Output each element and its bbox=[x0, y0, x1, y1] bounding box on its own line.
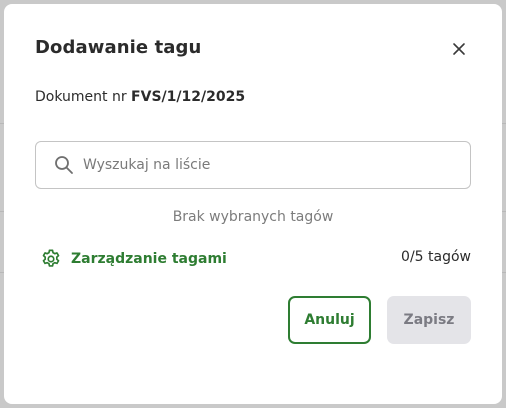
search-field[interactable] bbox=[35, 141, 471, 189]
add-tag-dialog: Dodawanie tagu Dokument nr FVS/1/12/2025… bbox=[4, 4, 502, 404]
document-label: Dokument nr bbox=[35, 89, 132, 105]
dialog-title: Dodawanie tagu bbox=[35, 37, 202, 58]
search-input[interactable] bbox=[83, 142, 463, 188]
close-icon bbox=[453, 43, 465, 55]
empty-tags-message: Brak wybranych tagów bbox=[172, 209, 334, 225]
cancel-button[interactable]: Anuluj bbox=[288, 296, 371, 344]
search-icon bbox=[55, 156, 73, 174]
tag-count: 0/5 tagów bbox=[401, 249, 471, 265]
gear-icon bbox=[42, 249, 60, 267]
document-number: FVS/1/12/2025 bbox=[131, 89, 246, 105]
close-button[interactable] bbox=[448, 38, 470, 60]
document-info: Dokument nr FVS/1/12/2025 bbox=[35, 89, 245, 105]
manage-tags-link[interactable]: Zarządzanie tagami bbox=[40, 248, 227, 270]
manage-tags-label: Zarządzanie tagami bbox=[71, 251, 227, 267]
save-button[interactable]: Zapisz bbox=[387, 296, 471, 344]
